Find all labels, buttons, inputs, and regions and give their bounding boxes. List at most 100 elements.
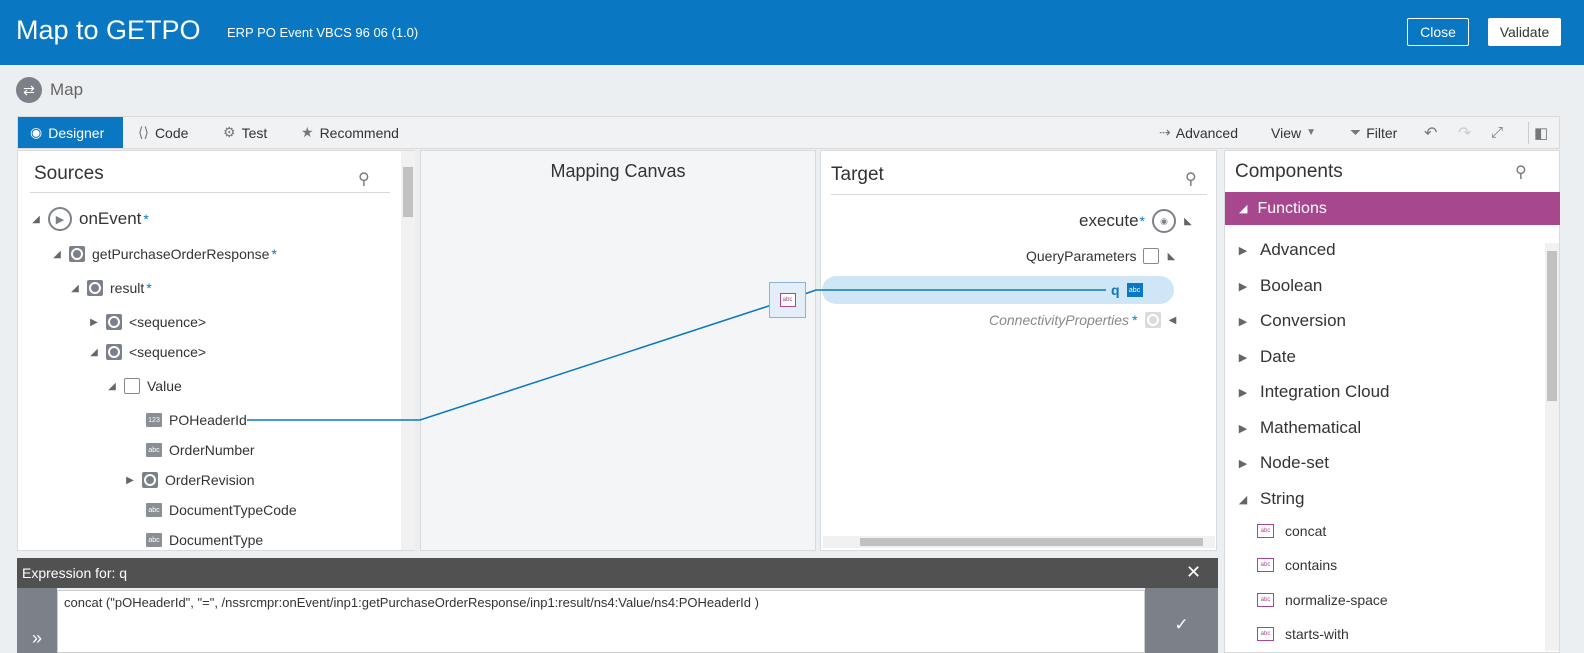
function-contains[interactable]: abc contains (1257, 557, 1337, 573)
concat-function-node[interactable]: abc (769, 282, 806, 318)
expand-icon[interactable]: ▶ (1238, 457, 1248, 470)
sources-scrollbar[interactable] (401, 151, 415, 550)
double-chevron-icon: » (31, 628, 42, 648)
search-icon[interactable]: ⚲ (1515, 162, 1527, 182)
function-label: concat (1285, 523, 1327, 539)
category-conversion[interactable]: ▶ Conversion (1238, 311, 1346, 331)
view-menu[interactable]: View ▼ (1271, 117, 1316, 148)
close-icon[interactable]: ✕ (1186, 562, 1201, 583)
node-label: OrderNumber (169, 442, 255, 458)
scrollbar-thumb[interactable] (403, 167, 413, 217)
expand-icon[interactable]: ▶ (125, 475, 135, 486)
tree-node-result[interactable]: ◢ result * (70, 280, 152, 296)
category-integration-cloud[interactable]: ▶ Integration Cloud (1238, 382, 1390, 402)
mapping-canvas[interactable]: Mapping Canvas (420, 150, 816, 551)
element-icon (69, 246, 85, 262)
tab-code[interactable]: ⟨⟩ Code (138, 117, 188, 148)
category-boolean[interactable]: ▶ Boolean (1238, 276, 1323, 296)
tree-node-execute[interactable]: execute * ◉ ◣ (1079, 209, 1193, 233)
tree-node-getpurchaseorderresponse[interactable]: ◢ getPurchaseOrderResponse * (52, 246, 277, 262)
expression-input[interactable]: concat ("pOHeaderId", "=", /nssrcmpr:onE… (57, 590, 1145, 653)
expand-icon[interactable]: ▶ (89, 317, 99, 328)
components-scrollbar[interactable] (1545, 243, 1559, 651)
tab-recommend[interactable]: ★ Recommend (301, 117, 399, 148)
divider (831, 194, 1207, 195)
expand-icon[interactable]: ▶ (1238, 386, 1248, 399)
category-mathematical[interactable]: ▶ Mathematical (1238, 418, 1361, 438)
scrollbar-thumb[interactable] (860, 538, 1203, 546)
required-mark: * (1139, 213, 1145, 229)
toggle-panel-button[interactable]: ◧ (1534, 117, 1548, 148)
redo-button[interactable]: ↷ (1458, 117, 1471, 148)
collapse-icon[interactable]: ◢ (52, 249, 62, 260)
tree-node-poheaderid[interactable]: 123 POHeaderId (129, 412, 247, 428)
advanced-button[interactable]: ⇢ Advanced (1159, 117, 1238, 148)
expand-icon[interactable]: ▶ (1238, 315, 1248, 328)
category-label: Mathematical (1260, 418, 1362, 437)
expand-icon[interactable]: ▶ (1238, 351, 1248, 364)
tree-node-value[interactable]: ◢ Value (107, 378, 182, 394)
node-label: DocumentTypeCode (169, 502, 297, 518)
tree-node-documenttypecode[interactable]: abc DocumentTypeCode (129, 502, 297, 518)
tree-node-queryparameters[interactable]: QueryParameters ◣ (1026, 248, 1176, 264)
tab-test[interactable]: ⚙ Test (223, 117, 267, 148)
expand-icon[interactable]: ◀ (1168, 315, 1178, 326)
tree-node-onevent[interactable]: ◢ ▶ onEvent * (31, 207, 149, 231)
tree-node-orderrevision[interactable]: ▶ OrderRevision (125, 472, 254, 488)
tree-node-q[interactable]: q abc (1111, 282, 1143, 298)
function-icon: abc (1257, 593, 1274, 607)
element-icon (142, 472, 158, 488)
close-button[interactable]: Close (1407, 18, 1469, 46)
category-label: Advanced (1260, 240, 1336, 259)
category-node-set[interactable]: ▶ Node-set (1238, 453, 1329, 473)
expand-icon[interactable]: ▶ (1238, 280, 1248, 293)
panel-icon: ◧ (1534, 124, 1549, 142)
string-type-icon: abc (1126, 283, 1143, 297)
function-icon: abc (1257, 627, 1274, 641)
tree-node-connectivityproperties[interactable]: ConnectivityProperties * ◀ (989, 312, 1178, 328)
collection-icon (124, 378, 140, 394)
scrollbar-thumb[interactable] (1547, 251, 1557, 401)
function-normalize-space[interactable]: abc normalize-space (1257, 592, 1388, 608)
target-hscrollbar[interactable] (823, 536, 1215, 548)
category-label: Conversion (1260, 311, 1346, 330)
collapse-icon[interactable]: ◢ (1239, 202, 1247, 215)
divider (30, 192, 390, 193)
filter-button[interactable]: ⏷ Filter (1350, 117, 1397, 148)
category-advanced[interactable]: ▶ Advanced (1238, 240, 1336, 260)
undo-button[interactable]: ↶ (1424, 117, 1437, 148)
collapse-icon[interactable]: ◢ (31, 214, 41, 225)
category-string[interactable]: ◢ String (1238, 489, 1305, 509)
tree-node-ordernumber[interactable]: abc OrderNumber (129, 442, 255, 458)
function-icon: abc (779, 293, 796, 307)
node-label: getPurchaseOrderResponse (92, 246, 270, 262)
collapse-icon[interactable]: ◢ (70, 283, 80, 294)
tree-node-sequence[interactable]: ◢ <sequence> (89, 344, 206, 360)
star-icon: ★ (301, 124, 314, 140)
search-icon[interactable]: ⚲ (358, 169, 370, 189)
function-starts-with[interactable]: abc starts-with (1257, 626, 1349, 642)
tree-node-sequence[interactable]: ▶ <sequence> (89, 314, 206, 330)
validate-button[interactable]: Validate (1488, 18, 1561, 46)
mapper-toolbar: ◉ Designer ⟨⟩ Code ⚙ Test ★ Recommend ⇢ … (17, 116, 1560, 149)
collapse-icon[interactable]: ◣ (1166, 251, 1176, 262)
node-label: OrderRevision (165, 472, 255, 488)
collapse-icon[interactable]: ◢ (89, 347, 99, 358)
collapse-icon[interactable]: ◢ (107, 381, 117, 392)
function-concat[interactable]: abc concat (1257, 523, 1326, 539)
apply-expression-button[interactable]: ✓ (1145, 588, 1218, 653)
functions-header[interactable]: ◢ Functions (1225, 192, 1560, 225)
tree-node-documenttype[interactable]: abc DocumentType (129, 532, 263, 548)
search-icon[interactable]: ⚲ (1185, 169, 1197, 189)
collapse-icon[interactable]: ◢ (1238, 493, 1248, 506)
expand-icon[interactable]: ▶ (1238, 422, 1248, 435)
expand-expression-button[interactable]: » (17, 588, 57, 653)
category-date[interactable]: ▶ Date (1238, 347, 1296, 367)
gear-icon: ⚙ (223, 124, 236, 140)
function-icon: abc (1257, 524, 1274, 538)
collapse-icon[interactable]: ◣ (1183, 216, 1193, 227)
tab-designer[interactable]: ◉ Designer (18, 117, 123, 148)
category-label: Node-set (1260, 453, 1329, 472)
expand-icon[interactable]: ▶ (1238, 244, 1248, 257)
fullscreen-button[interactable]: ⤢ (1491, 117, 1503, 148)
